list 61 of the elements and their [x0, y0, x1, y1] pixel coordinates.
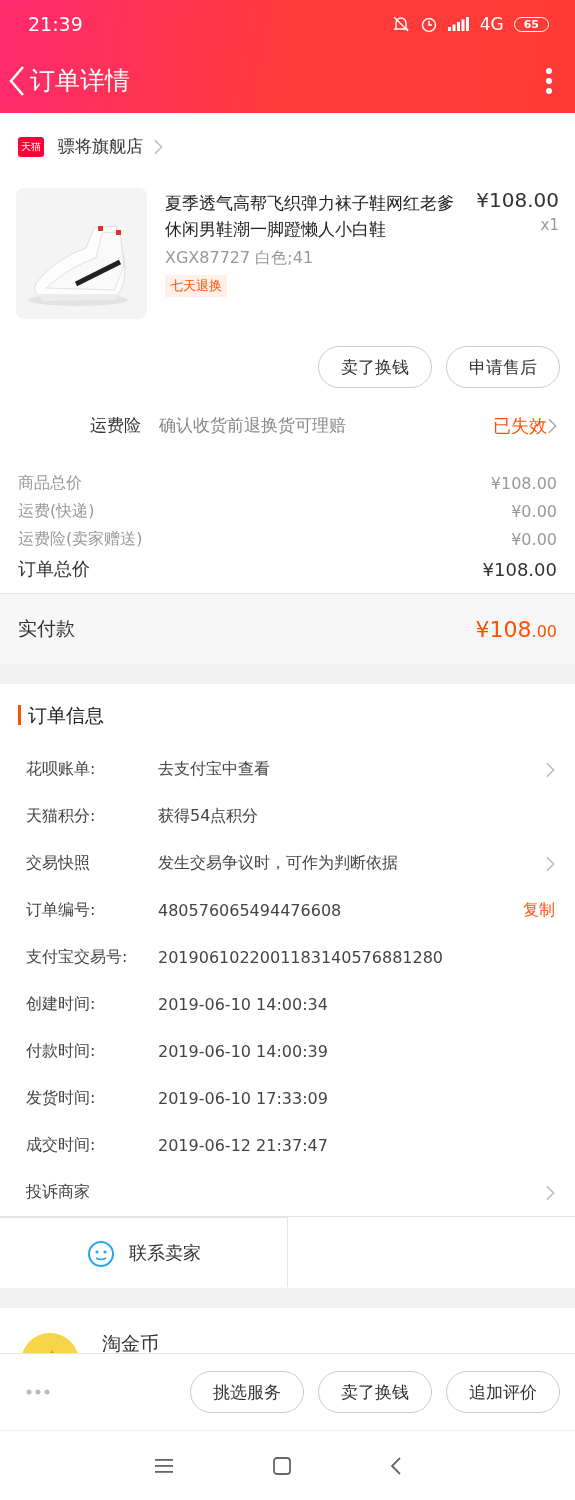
insurance-label: 运费险 [90, 414, 141, 437]
info-label: 支付宝交易号: [26, 947, 129, 968]
contact-seller-button[interactable]: 联系卖家 [0, 1217, 288, 1287]
paid-label: 实付款 [18, 616, 75, 641]
price-value: ¥108.00 [482, 558, 557, 580]
price-value: ¥0.00 [511, 530, 557, 549]
chevron-icon [153, 138, 163, 155]
product-price: ¥108.00 [476, 188, 559, 212]
store-badge: 天猫 [18, 136, 44, 157]
price-value: ¥108.00 [490, 474, 557, 493]
back-icon[interactable] [390, 1456, 401, 1475]
action-button[interactable]: 追加评价 [446, 1371, 560, 1413]
network-label: 4G [479, 14, 504, 34]
section-title: 订单信息 [18, 705, 104, 725]
page-title: 订单详情 [30, 65, 131, 97]
action-button[interactable]: 卖了换钱 [318, 346, 432, 388]
price-value: ¥0.00 [511, 502, 557, 521]
info-value: 发生交易争议时，可作为判断依据 [158, 853, 399, 874]
action-button[interactable]: 挑选服务 [190, 1371, 304, 1413]
info-label: 花呗账单: [26, 759, 97, 780]
store-name[interactable]: 骠将旗舰店 [58, 135, 143, 158]
price-label: 订单总价 [18, 557, 90, 581]
info-value: 2019-06-10 14:00:39 [158, 1042, 329, 1061]
price-label: 运费(快递) [18, 501, 95, 522]
info-label: 订单编号: [26, 900, 97, 921]
info-value: 480576065494476608 [158, 901, 343, 920]
coin-title: 淘金币 [102, 1332, 160, 1353]
info-value: 2019-06-10 14:00:34 [158, 995, 329, 1014]
menu-icon[interactable] [154, 1458, 173, 1473]
info-label: 交易快照 [26, 853, 91, 874]
product-title[interactable]: 夏季透气高帮飞织弹力袜子鞋网红老爹休闲男鞋潮一脚蹬懒人小白鞋 [165, 190, 455, 242]
action-button[interactable]: 卖了换钱 [318, 1371, 432, 1413]
info-value: 2019061022001183140576881280 [158, 948, 445, 967]
mute-icon [391, 15, 410, 33]
alarm-icon [419, 15, 438, 33]
info-label: 成交时间: [26, 1135, 97, 1156]
info-label: 付款时间: [26, 1041, 97, 1062]
info-value: 获得54点积分 [158, 806, 260, 827]
product-sku: XGX87727 白色;41 [165, 248, 315, 269]
chat-face-icon [86, 1238, 115, 1267]
insurance-description: 确认收货前退换货可理赔 [159, 414, 347, 437]
action-button[interactable]: 申请售后 [446, 346, 560, 388]
chevron-icon [547, 417, 557, 434]
clock: 21:39 [28, 13, 84, 35]
more-icon[interactable] [545, 66, 553, 95]
home-icon[interactable] [272, 1456, 291, 1475]
product-quantity: x1 [540, 216, 559, 234]
back-icon[interactable] [8, 64, 26, 97]
price-label: 运费险(卖家赠送) [18, 529, 143, 550]
info-value: 2019-06-12 21:37:47 [158, 1136, 329, 1155]
coin-icon [20, 1332, 80, 1353]
info-label: 发货时间: [26, 1088, 97, 1109]
signal-icon [447, 17, 470, 31]
info-label: 投诉商家 [26, 1182, 91, 1203]
paid-amount: ¥108.00 [475, 616, 557, 642]
price-label: 商品总价 [18, 473, 82, 494]
info-label: 创建时间: [26, 994, 97, 1015]
return-tag: 七天退换 [165, 275, 227, 297]
info-value: 去支付宝中查看 [158, 759, 271, 780]
info-value: 2019-06-10 17:33:09 [158, 1089, 329, 1108]
info-label: 天猫积分: [26, 806, 97, 827]
